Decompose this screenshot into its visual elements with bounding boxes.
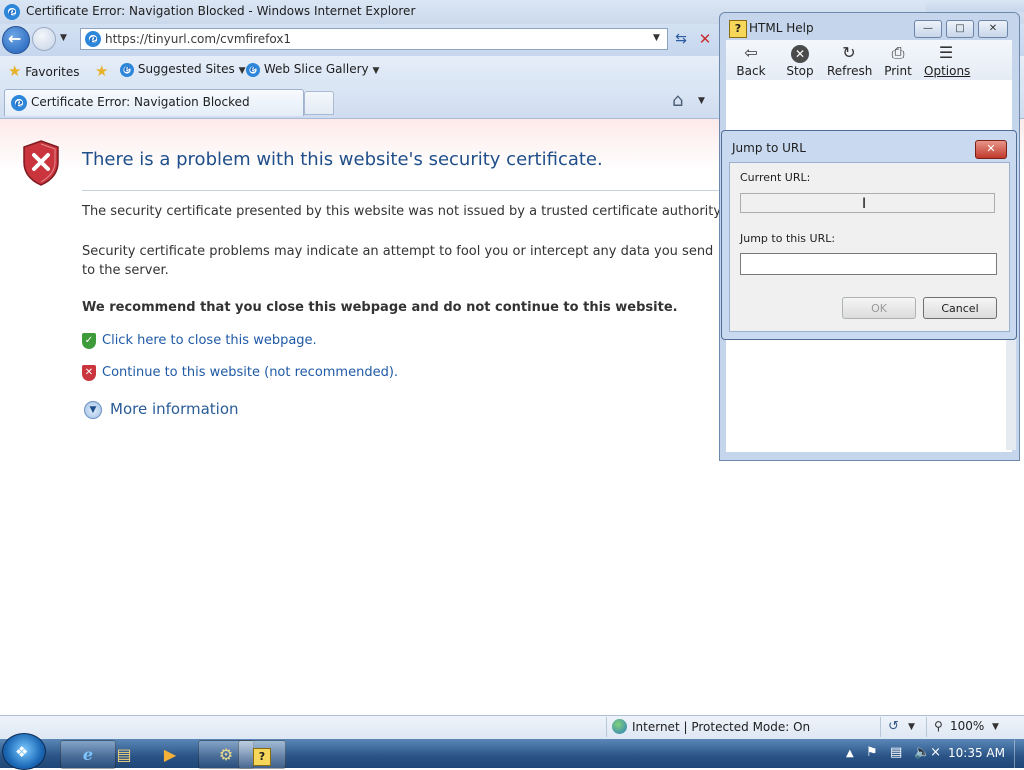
zoom-level[interactable]: 100% — [950, 719, 984, 733]
expand-down-icon[interactable]: ▼ — [84, 401, 102, 419]
error-shield-icon — [23, 140, 59, 186]
address-bar[interactable]: e https://tinyurl.com/cvmfirefox1 ▼ — [80, 28, 668, 50]
safe-shield-icon: ✓ — [82, 333, 96, 349]
security-zone-text[interactable]: Internet | Protected Mode: On — [632, 720, 810, 734]
zoom-icon[interactable]: ⚲ — [934, 719, 943, 733]
taskbar-clock[interactable]: 10:35 AM — [948, 746, 1005, 760]
internet-zone-icon — [612, 719, 627, 734]
action-center-flag-icon[interactable]: ⚑ — [866, 745, 878, 760]
ie-caption-buttons-strip — [926, 0, 1024, 12]
status-separator — [926, 717, 927, 737]
home-icon[interactable]: ⌂ — [672, 90, 683, 111]
jump-url-field[interactable] — [740, 253, 997, 275]
status-separator — [880, 717, 881, 737]
help-refresh-label: Refresh — [827, 64, 873, 78]
back-arrow-icon: ← — [8, 29, 22, 48]
start-button[interactable]: ❖ — [2, 733, 46, 770]
help-icon: ? — [253, 748, 271, 766]
help-stop-button[interactable]: ✕ Stop — [783, 42, 817, 78]
refresh-page-icon: ↻ — [842, 43, 856, 62]
media-player-icon: ▶ — [163, 745, 177, 764]
ie-window-title: Certificate Error: Navigation Blocked - … — [26, 4, 416, 18]
forward-button[interactable] — [32, 27, 56, 51]
current-url-label: Current URL: — [740, 171, 811, 184]
continue-to-website-link[interactable]: Continue to this website (not recommende… — [102, 365, 398, 380]
dialog-close-button[interactable]: ✕ — [975, 140, 1007, 159]
volume-muted-icon[interactable]: 🔈× — [914, 745, 941, 760]
minimize-button[interactable]: — — [914, 20, 942, 38]
address-url[interactable]: https://tinyurl.com/cvmfirefox1 — [105, 32, 291, 46]
title-divider — [82, 190, 722, 191]
taskbar-html-help-button[interactable]: ? — [238, 740, 286, 769]
help-back-label: Back — [736, 64, 766, 78]
protected-mode-icon[interactable]: ↺ — [888, 719, 899, 734]
cert-untrusted-text: The security certificate presented by th… — [82, 204, 724, 219]
recommendation-text: We recommend that you close this webpage… — [82, 300, 678, 315]
recent-pages-dropdown-icon[interactable]: ▼ — [60, 33, 67, 43]
address-dropdown-icon[interactable]: ▼ — [653, 33, 660, 43]
ie-logo-icon: e — [82, 745, 94, 764]
help-options-button[interactable]: ☰ Options — [924, 42, 971, 78]
home-dropdown-icon[interactable]: ▼ — [698, 96, 705, 106]
text-cursor-icon: I — [862, 196, 867, 212]
chevron-down-icon[interactable]: ▼ — [908, 722, 915, 732]
favorites-button[interactable]: ★ Favorites — [8, 62, 80, 80]
current-url-field[interactable] — [740, 193, 995, 213]
chevron-down-icon: ▼ — [372, 66, 380, 76]
options-icon: ☰ — [938, 43, 954, 62]
ok-button[interactable]: OK — [842, 297, 916, 319]
favorites-star-icon: ★ — [8, 62, 22, 80]
cancel-button[interactable]: Cancel — [923, 297, 997, 319]
taskbar-explorer-button[interactable]: ▤ — [104, 740, 144, 769]
maximize-button[interactable]: □ — [946, 20, 974, 38]
refresh-icon[interactable]: ⇆ — [672, 30, 690, 48]
tab-page-icon: e — [11, 95, 27, 111]
windows-logo-icon: ❖ — [15, 743, 29, 761]
new-tab-button[interactable] — [304, 91, 334, 115]
folder-icon: ▤ — [116, 745, 132, 764]
close-button[interactable]: ✕ — [978, 20, 1008, 38]
help-stop-label: Stop — [786, 64, 814, 78]
printer-icon: ⎙ — [891, 43, 905, 62]
zoom-dropdown-icon[interactable]: ▼ — [992, 722, 999, 732]
suggested-sites-icon: e — [120, 62, 134, 77]
close-webpage-link[interactable]: Click here to close this webpage. — [102, 333, 317, 348]
web-slice-label: Web Slice Gallery — [263, 62, 369, 76]
add-favorites-icon[interactable]: ★ — [95, 62, 108, 80]
suggested-sites-label: Suggested Sites — [137, 62, 235, 76]
tab-label: Certificate Error: Navigation Blocked — [31, 95, 250, 109]
suggested-sites-button[interactable]: e Suggested Sites ▼ — [120, 62, 245, 77]
help-icon: ? — [729, 20, 747, 38]
cert-warning-text: Security certificate problems may indica… — [82, 244, 714, 278]
unsafe-shield-icon: ✕ — [82, 365, 96, 381]
taskbar-media-player-button[interactable]: ▶ — [150, 740, 190, 769]
back-button[interactable]: ← — [2, 26, 30, 54]
favorites-label: Favorites — [25, 65, 80, 79]
jump-url-label: Jump to this URL: — [740, 232, 836, 245]
chevron-down-icon: ▼ — [238, 66, 246, 76]
error-title: There is a problem with this website's s… — [82, 149, 603, 170]
help-back-button[interactable]: ⇦ Back — [734, 42, 768, 78]
stop-icon: ✕ — [783, 42, 817, 64]
status-separator — [606, 717, 607, 737]
web-slice-gallery-button[interactable]: e Web Slice Gallery ▼ — [246, 62, 379, 77]
show-hidden-icons-icon[interactable]: ▲ — [846, 748, 854, 759]
help-print-button[interactable]: ⎙ Print — [883, 42, 913, 78]
help-refresh-button[interactable]: ↻ Refresh — [827, 42, 873, 78]
web-slice-icon: e — [246, 62, 260, 77]
network-icon[interactable]: ▤ — [890, 745, 902, 760]
more-information-link[interactable]: More information — [110, 400, 239, 418]
stop-icon[interactable]: ✕ — [696, 30, 714, 48]
page-icon: e — [85, 31, 101, 47]
back-arrow-icon: ⇦ — [744, 43, 758, 62]
help-window-title: HTML Help — [749, 21, 814, 35]
ie-logo-icon: e — [4, 4, 20, 20]
help-options-label: Options — [924, 64, 971, 78]
app-icon: ⚙ — [218, 745, 234, 764]
dialog-title: Jump to URL — [732, 141, 806, 155]
tab-certificate-error[interactable]: e Certificate Error: Navigation Blocked — [4, 89, 304, 116]
help-print-label: Print — [884, 64, 912, 78]
show-desktop-button[interactable] — [1014, 740, 1024, 768]
status-bar — [0, 715, 1024, 740]
